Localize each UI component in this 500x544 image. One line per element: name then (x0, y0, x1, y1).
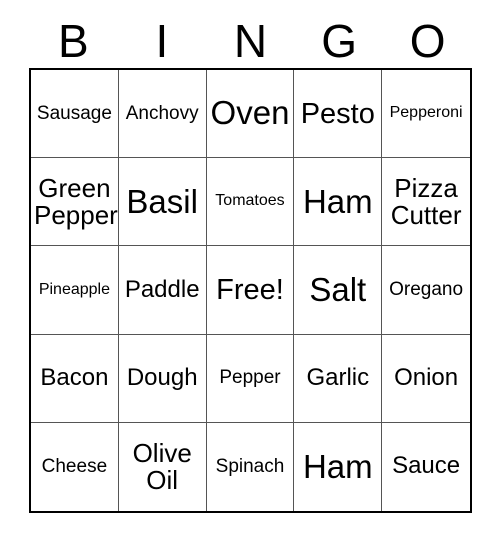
bingo-cell-g-4[interactable]: Garlic (294, 334, 383, 423)
bingo-cell-label: Salt (309, 270, 367, 308)
bingo-cell-i-3[interactable]: Paddle (118, 246, 207, 335)
header-letter-o: O (409, 15, 446, 67)
bingo-cell-label: Sausage (36, 102, 112, 124)
bingo-cell-b-2[interactable]: Green Pepper (31, 158, 119, 247)
header-letter-b: B (57, 15, 89, 67)
bingo-cell-label: Green Pepper (34, 172, 118, 230)
bingo-cell-n-4[interactable]: Pepper (206, 334, 295, 423)
bingo-cell-i-2[interactable]: Basil (118, 158, 207, 247)
bingo-cell-i-1[interactable]: Anchovy (118, 70, 207, 159)
bingo-cell-i-5[interactable]: Olive Oil (119, 422, 207, 511)
bingo-cell-label: Pepper (219, 367, 281, 389)
bingo-cell-label: Pesto (300, 97, 375, 130)
bingo-cell-free[interactable]: Free! (206, 246, 295, 335)
bingo-cell-g-1[interactable]: Pesto (294, 70, 383, 159)
bingo-cell-label: Pizza Cutter (390, 172, 462, 230)
bingo-cell-label: Ham (302, 447, 373, 485)
bingo-cell-i-4[interactable]: Dough (118, 334, 207, 423)
bingo-grid: Sausage Anchovy Oven Pesto Pepperoni Green Pe… (29, 68, 472, 513)
bingo-cell-label: Garlic (306, 363, 370, 391)
bingo-cell-n-2[interactable]: Tomatoes (206, 158, 295, 247)
bingo-cell-b-4[interactable]: Bacon (31, 334, 119, 423)
bingo-cell-label: Free! (216, 273, 284, 306)
bingo-cell-o-4[interactable]: Onion (382, 335, 470, 423)
bingo-cell-n-5[interactable]: Spinach (207, 422, 295, 511)
bingo-cell-label: Spinach (215, 456, 285, 478)
header-letter-g: G (321, 15, 357, 67)
bingo-cell-label: Tomatoes (215, 192, 285, 210)
bingo-cell-g-2[interactable]: Ham (294, 158, 383, 247)
header-letter-n: N (233, 15, 268, 67)
bingo-cell-label: Olive Oil (132, 437, 192, 495)
bingo-cell-label: Cheese (41, 456, 108, 478)
bingo-cell-label: Oven (210, 94, 290, 132)
bingo-cell-label: Pineapple (38, 280, 110, 298)
bingo-cell-b-1[interactable]: Sausage (31, 70, 119, 159)
bingo-cell-label: Basil (126, 182, 198, 220)
bingo-cell-label: Ham (302, 182, 373, 220)
bingo-cell-label: Sauce (392, 452, 461, 480)
bingo-cell-n-1[interactable]: Oven (206, 70, 295, 159)
bingo-cell-label: Anchovy (125, 102, 199, 124)
bingo-card: B I N G O Sausage Anchovy Oven Pesto Peppero… (0, 0, 500, 544)
bingo-cell-label: Oregano (389, 279, 464, 301)
bingo-cell-g-5[interactable]: Ham (294, 422, 383, 511)
bingo-header: B I N G O (29, 14, 472, 68)
bingo-cell-label: Bacon (40, 363, 109, 391)
bingo-cell-label: Onion (394, 363, 459, 391)
bingo-cell-label: Paddle (124, 275, 200, 303)
bingo-cell-o-1[interactable]: Pepperoni (382, 70, 470, 159)
bingo-cell-label: Dough (126, 363, 198, 391)
bingo-cell-g-3[interactable]: Salt (294, 246, 383, 335)
header-letter-i: I (155, 15, 169, 67)
bingo-cell-b-3[interactable]: Pineapple (31, 246, 119, 335)
bingo-cell-o-5[interactable]: Sauce (382, 423, 470, 511)
bingo-cell-o-3[interactable]: Oregano (382, 246, 470, 335)
bingo-cell-b-5[interactable]: Cheese (31, 422, 119, 511)
bingo-cell-o-2[interactable]: Pizza Cutter (382, 158, 470, 247)
bingo-cell-label: Pepperoni (389, 104, 463, 122)
